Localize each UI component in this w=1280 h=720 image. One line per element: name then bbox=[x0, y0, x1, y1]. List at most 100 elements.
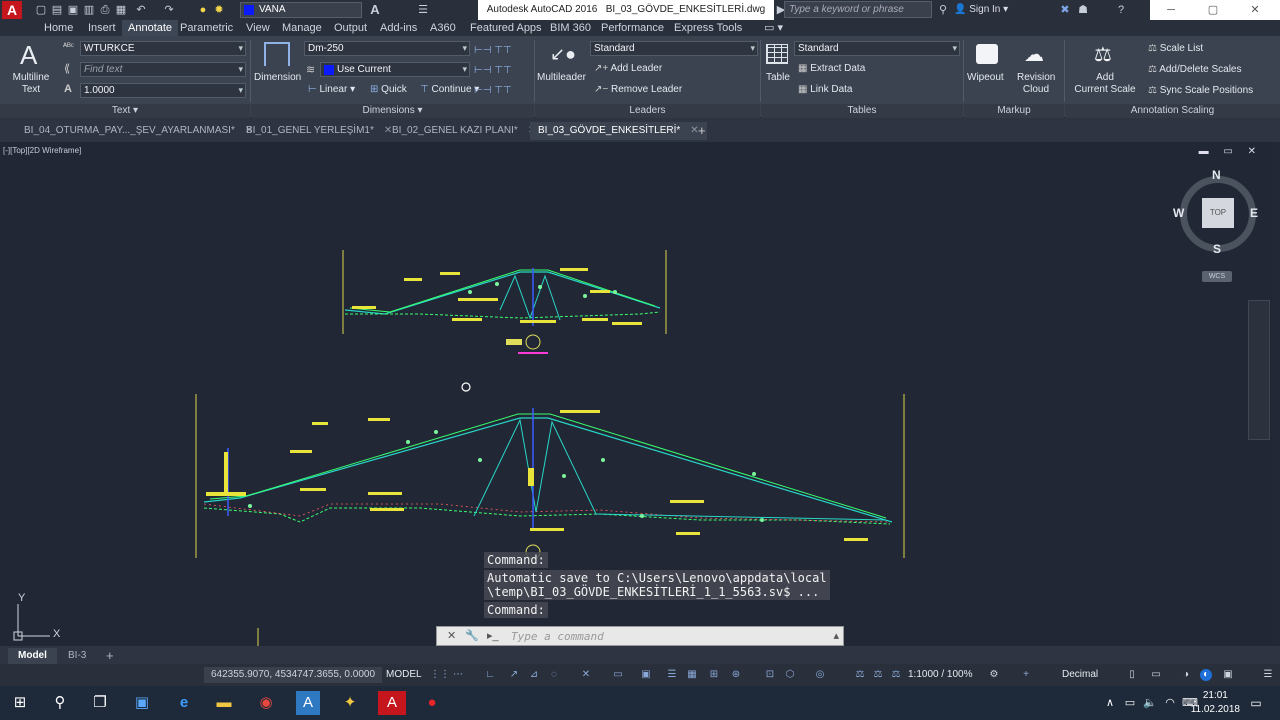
windows-start-icon[interactable]: ⊞ bbox=[8, 691, 32, 715]
annotation-monitor-icon[interactable]: ⊡ bbox=[764, 669, 776, 681]
layout-tab[interactable]: BI-3 bbox=[58, 648, 96, 664]
hardware-acceleration-icon[interactable]: ◐ bbox=[1200, 669, 1212, 681]
3d-osnap-icon[interactable]: ▦ bbox=[686, 669, 698, 681]
table-icon[interactable] bbox=[766, 44, 788, 64]
markup-panel-title[interactable]: Markup bbox=[964, 104, 1064, 118]
snap-icon[interactable]: ⋯ bbox=[452, 669, 464, 681]
exchange-icon[interactable]: ✖ bbox=[1058, 3, 1072, 17]
revision-cloud-icon[interactable]: ☁ bbox=[1024, 42, 1044, 67]
remove-leader-button[interactable]: ↗− Remove Leader bbox=[594, 84, 682, 95]
annotation-visibility-icon[interactable]: ⚖ bbox=[872, 669, 884, 681]
binoculars-icon[interactable]: ⚲ bbox=[936, 3, 950, 17]
multiline-text-button[interactable]: Multiline Text bbox=[10, 72, 52, 96]
doc-tab-active[interactable]: BI_03_GÖVDE_ENKESİTLERİ* ✕ bbox=[530, 122, 707, 140]
quick-dim-button[interactable]: ⊞ Quick bbox=[370, 84, 407, 95]
tables-panel-title[interactable]: Tables bbox=[761, 104, 963, 118]
quick-properties-icon[interactable]: ▯ bbox=[1126, 669, 1138, 681]
close-icon[interactable]: ✕ bbox=[447, 629, 456, 642]
redo-icon[interactable]: ↷ bbox=[162, 3, 176, 17]
polar-icon[interactable]: ↗ bbox=[508, 669, 520, 681]
text-style-dropdown[interactable]: WTURKCE bbox=[80, 41, 246, 56]
open-icon[interactable]: ▤ bbox=[50, 3, 64, 17]
doc-tab[interactable]: BI_02_GENEL KAZI PLANI*✕ bbox=[384, 122, 544, 140]
link-data-button[interactable]: ▦ Link Data bbox=[798, 84, 852, 95]
properties-icon[interactable]: ☰ bbox=[416, 3, 430, 17]
chrome-icon[interactable]: ◉ bbox=[254, 691, 278, 715]
lightbulb-icon[interactable]: ● bbox=[196, 3, 210, 17]
plus-icon[interactable]: + bbox=[1020, 669, 1032, 681]
command-line[interactable]: ✕ 🔧 ▸_ Type a command ▴ bbox=[436, 626, 844, 646]
transparency-icon[interactable]: ▣ bbox=[640, 669, 652, 681]
wipeout-button[interactable]: Wipeout bbox=[967, 72, 1004, 83]
app-icon[interactable]: ✦ bbox=[338, 691, 362, 715]
save-icon[interactable]: ▣ bbox=[66, 3, 80, 17]
tab-add-ins[interactable]: Add-ins bbox=[380, 20, 417, 36]
tab-performance[interactable]: Performance bbox=[601, 20, 664, 36]
wcs-menu[interactable]: WCS bbox=[1202, 271, 1232, 282]
ortho-icon[interactable]: ∟ bbox=[484, 669, 496, 681]
multileader-button[interactable]: Multileader bbox=[537, 72, 586, 83]
annotation-scale-icon[interactable]: ⚖ bbox=[854, 669, 866, 681]
navigation-bar[interactable] bbox=[1248, 300, 1270, 440]
isolate-objects-icon[interactable]: ◑ bbox=[1180, 669, 1192, 681]
coordinates-readout[interactable]: 642355.9070, 4534747.3655, 0.0000 bbox=[204, 667, 382, 683]
extract-data-button[interactable]: ▦ Extract Data bbox=[798, 63, 865, 74]
revision-cloud-button[interactable]: Revision Cloud bbox=[1017, 72, 1055, 96]
customize-icon[interactable]: 🔧 bbox=[465, 629, 479, 642]
isolate-icon[interactable]: ◎ bbox=[814, 669, 826, 681]
linear-button[interactable]: ⊢ Linear ▾ bbox=[308, 84, 355, 95]
dimensions-panel-title[interactable]: Dimensions ▾ bbox=[251, 104, 534, 118]
autocad-logo-icon[interactable]: A bbox=[2, 1, 22, 19]
add-delete-scales-button[interactable]: ⚖ Add/Delete Scales bbox=[1148, 64, 1241, 75]
dim-style-dropdown[interactable]: Dm-250 bbox=[304, 41, 470, 56]
tab-featured-apps[interactable]: Featured Apps bbox=[470, 20, 542, 36]
undo-icon[interactable]: ↶ bbox=[134, 3, 148, 17]
leader-style-dropdown[interactable]: Standard bbox=[590, 41, 758, 56]
store-icon[interactable]: ▣ bbox=[130, 691, 154, 715]
layer-dropdown[interactable]: VANA bbox=[240, 2, 362, 18]
sync-scale-positions-button[interactable]: ⚖ Sync Scale Positions bbox=[1148, 85, 1253, 96]
model-tab[interactable]: Model bbox=[8, 648, 57, 664]
tab-bim-360[interactable]: BIM 360 bbox=[550, 20, 591, 36]
osnap-icon[interactable]: ✕ bbox=[580, 669, 592, 681]
save-as-icon[interactable]: ▥ bbox=[82, 3, 96, 17]
print-icon[interactable]: ▦ bbox=[114, 3, 128, 17]
table-style-dropdown[interactable]: Standard bbox=[794, 41, 960, 56]
autodesk-a360-icon[interactable]: ☗ bbox=[1076, 3, 1090, 17]
dim-layer-dropdown[interactable]: Use Current bbox=[320, 62, 470, 77]
find-text-input[interactable]: Find text bbox=[80, 62, 246, 77]
text-panel-title[interactable]: Text ▾ bbox=[0, 104, 250, 118]
close-icon[interactable]: ✕ bbox=[1234, 0, 1276, 20]
viewcube[interactable]: TOP N S E W bbox=[1173, 168, 1260, 256]
minimize-icon[interactable]: ─ bbox=[1150, 0, 1192, 20]
sign-in-button[interactable]: 👤 Sign In ▾ bbox=[954, 2, 1008, 18]
task-view-icon[interactable]: ❐ bbox=[88, 691, 112, 715]
viewcube-top-face[interactable]: TOP bbox=[1202, 198, 1234, 228]
tab-a360[interactable]: A360 bbox=[430, 20, 456, 36]
leaders-panel-title[interactable]: Leaders bbox=[535, 104, 760, 118]
customization-icon[interactable]: ☰ bbox=[1262, 669, 1274, 681]
gizmo-icon[interactable]: ⊛ bbox=[730, 669, 742, 681]
plot-icon[interactable]: ⎙ bbox=[98, 3, 112, 17]
tab-home[interactable]: Home bbox=[44, 20, 73, 36]
table-button[interactable]: Table bbox=[766, 72, 790, 83]
file-explorer-icon[interactable]: ▬ bbox=[212, 691, 236, 715]
tab-output[interactable]: Output bbox=[334, 20, 367, 36]
annotation-scaling-panel-title[interactable]: Annotation Scaling bbox=[1065, 104, 1280, 118]
workspace-icon[interactable]: ⬡ bbox=[784, 669, 796, 681]
notifications-icon[interactable]: ▭ bbox=[1244, 691, 1268, 715]
annotation-scale-dropdown[interactable]: 1:1000 / 100% bbox=[908, 667, 973, 683]
multiline-text-icon[interactable]: A bbox=[20, 40, 37, 71]
keyword-search-input[interactable]: Type a keyword or phrase bbox=[784, 1, 932, 18]
compass-south[interactable]: S bbox=[1213, 242, 1221, 256]
tab-express-tools[interactable]: Express Tools bbox=[674, 20, 742, 36]
dimension-icon[interactable] bbox=[264, 42, 290, 66]
isodraft-icon[interactable]: ⊿ bbox=[528, 669, 540, 681]
add-layout-button[interactable]: + bbox=[96, 648, 124, 664]
maximize-icon[interactable]: ▢ bbox=[1192, 0, 1234, 20]
add-leader-button[interactable]: ↗+ Add Leader bbox=[594, 63, 662, 74]
lock-ui-icon[interactable]: ▭ bbox=[1150, 669, 1162, 681]
object-track-icon[interactable]: ◌ bbox=[548, 669, 560, 681]
tab-parametric[interactable]: Parametric bbox=[180, 20, 233, 36]
clock[interactable]: 21:01 11.02.2018 bbox=[1191, 689, 1240, 717]
